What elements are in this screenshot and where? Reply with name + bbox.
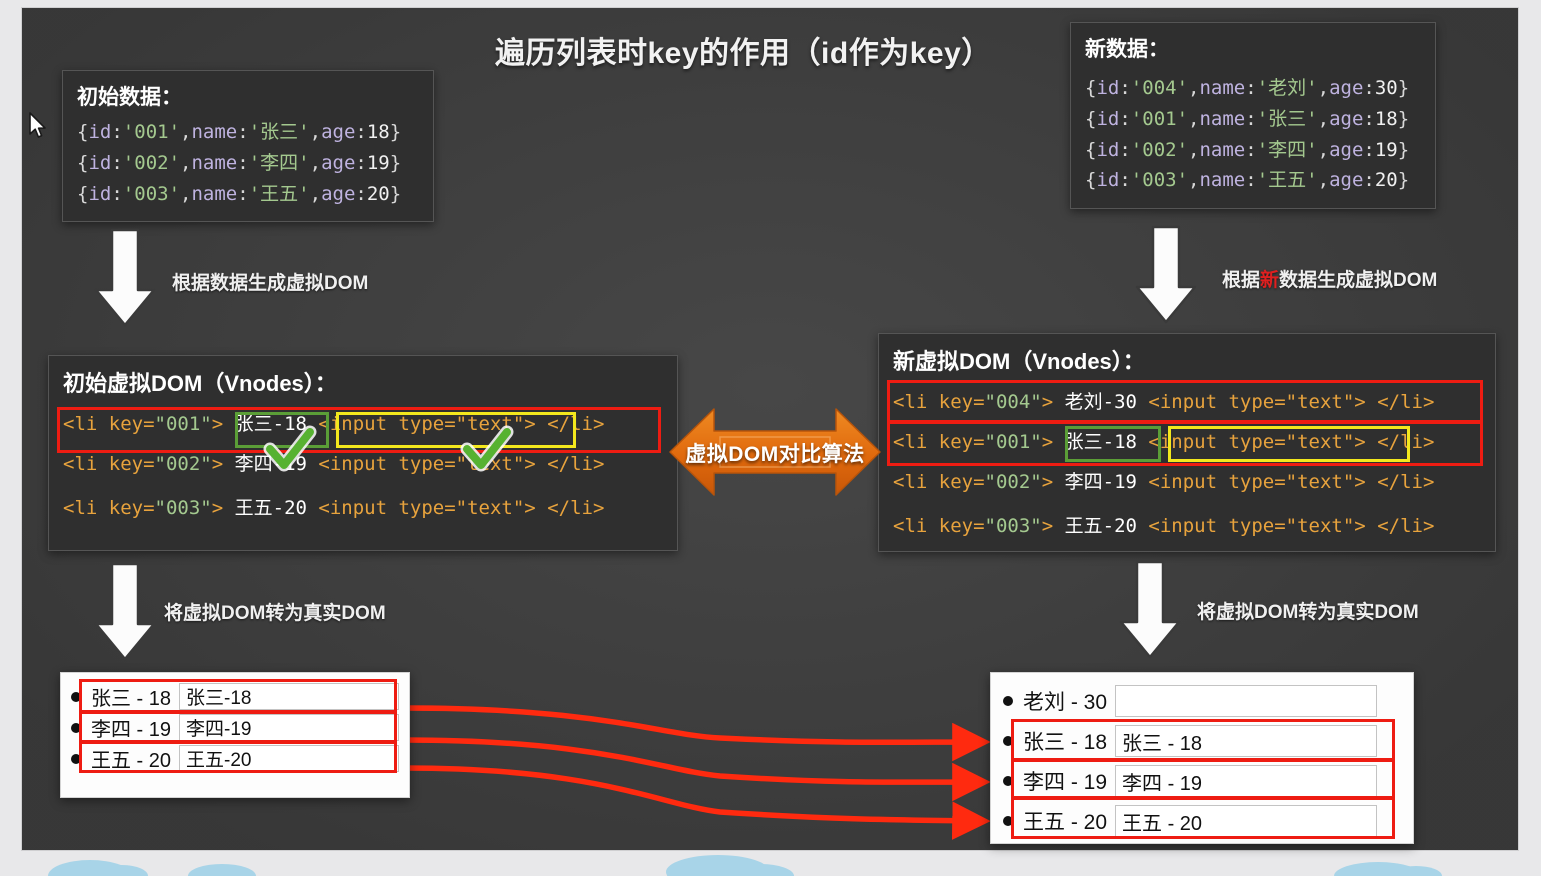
data-row: {id:'003',name:'王五',age:20} <box>1085 169 1410 192</box>
mouse-cursor <box>29 112 46 138</box>
vdom-line-code: <li key="001"> 张三-18 <input type="text">… <box>893 430 1435 453</box>
vdom-line: <li key="004"> 老刘-30 <input type="text">… <box>893 380 1481 420</box>
vdom-line-code: <li key="002"> 李四-19 <input type="text">… <box>63 452 605 475</box>
initial-data-code: {id:'001',name:'张三',age:18} {id:'002',na… <box>77 117 419 209</box>
list-item: 张三 - 18 张三-18 <box>71 681 399 712</box>
data-row: {id:'002',name:'李四',age:19} <box>77 151 402 174</box>
list-item-input[interactable]: 张三 - 18 <box>1115 725 1378 757</box>
label-gen-vdom-right: 根据新数据生成虚拟DOM <box>1222 265 1437 292</box>
new-data-code: {id:'004',name:'老刘',age:30} {id:'001',na… <box>1085 73 1421 196</box>
bullet-icon <box>1003 816 1013 826</box>
diff-algorithm-arrow: 虚拟DOM对比算法 <box>668 405 882 500</box>
list-item: 李四 - 19 李四 - 19 <box>1003 761 1401 801</box>
page-title: 遍历列表时key的作用（id作为key） <box>495 37 992 70</box>
data-row: {id:'001',name:'张三',age:18} <box>1085 107 1410 130</box>
vdom-line: <li key="001"> 张三-18 <input type="text">… <box>893 420 1481 460</box>
vdom-line: <li key="002"> 李四-19 <input type="text">… <box>893 460 1481 500</box>
vdom-line-code: <li key="001"> 张三-18 <input type="text">… <box>63 412 605 435</box>
list-item-input[interactable]: 王五-20 <box>179 745 399 772</box>
vdom-line-code: <li key="004"> 老刘-30 <input type="text">… <box>893 390 1435 413</box>
label-gen-vdom-left: 根据数据生成虚拟DOM <box>172 273 369 294</box>
down-arrow-gen-vdom-right <box>1133 225 1199 325</box>
initial-data-panel: 初始数据： {id:'001',name:'张三',age:18} {id:'0… <box>62 70 434 223</box>
down-arrow-to-real-right <box>1117 560 1183 660</box>
data-row: {id:'004',name:'老刘',age:30} <box>1085 77 1410 99</box>
initial-vdom-panel: 初始虚拟DOM（Vnodes）： <li key="001"> 张三-18 <i… <box>48 355 678 551</box>
list-item-input[interactable]: 王五 - 20 <box>1115 805 1378 837</box>
list-item-label: 张三 - 18 <box>91 688 172 710</box>
list-item-input[interactable] <box>1115 685 1378 717</box>
initial-data-title: 初始数据： <box>77 86 182 109</box>
bullet-icon <box>1003 736 1013 746</box>
list-item-input[interactable]: 李四-19 <box>179 714 399 741</box>
list-item: 张三 - 18 张三 - 18 <box>1003 721 1401 761</box>
slide-stage: 遍历列表时key的作用（id作为key） 初始数据： {id:'001',nam… <box>0 0 1541 876</box>
cloud-decoration <box>48 855 1442 876</box>
vdom-line-code: <li key="002"> 李四-19 <input type="text">… <box>893 470 1435 493</box>
label-part-pre: 根据 <box>1222 270 1261 291</box>
new-vdom-title: 新虚拟DOM（Vnodes）： <box>893 349 1145 374</box>
data-row: {id:'003',name:'王五',age:20} <box>77 182 402 205</box>
bullet-icon <box>71 753 81 764</box>
down-arrow-to-real-left <box>92 562 158 662</box>
list-item-input[interactable]: 张三-18 <box>179 683 399 710</box>
vdom-line: <li key="003"> 王五-20 <input type="text">… <box>893 500 1481 548</box>
vdom-line-code: <li key="003"> 王五-20 <input type="text">… <box>893 514 1435 537</box>
data-row: {id:'001',name:'张三',age:18} <box>77 121 402 143</box>
vdom-line: <li key="002"> 李四-19 <input type="text">… <box>63 442 663 482</box>
bullet-icon <box>71 691 81 702</box>
data-row: {id:'002',name:'李四',age:19} <box>1085 138 1410 161</box>
down-arrow-gen-vdom-left <box>92 228 158 328</box>
list-item-label: 李四 - 19 <box>1023 771 1108 794</box>
list-item-label: 张三 - 18 <box>1023 731 1108 754</box>
initial-vdom-title: 初始虚拟DOM（Vnodes）： <box>63 371 337 396</box>
vdom-line-code: <li key="003"> 王五-20 <input type="text">… <box>63 496 605 519</box>
label-part-post: 数据生成虚拟DOM <box>1279 270 1438 291</box>
real-dom-right: 老刘 - 30 张三 - 18 张三 - 18 李四 - 19 李四 - 19 … <box>990 672 1414 844</box>
list-item-label: 老刘 - 30 <box>1023 691 1108 714</box>
label-part-red: 新 <box>1260 270 1280 291</box>
list-item-input[interactable]: 李四 - 19 <box>1115 765 1378 797</box>
new-data-panel: 新数据： {id:'004',name:'老刘',age:30} {id:'00… <box>1070 22 1436 210</box>
list-item-label: 王五 - 20 <box>91 750 172 772</box>
real-dom-left: 张三 - 18 张三-18 李四 - 19 李四-19 王五 - 20 王五-2… <box>60 672 410 798</box>
list-item: 王五 - 20 王五-20 <box>71 743 399 774</box>
bullet-icon <box>71 722 81 733</box>
list-item-label: 李四 - 19 <box>91 719 172 741</box>
list-item: 老刘 - 30 <box>1003 681 1401 721</box>
list-item: 李四 - 19 李四-19 <box>71 712 399 743</box>
vdom-line: <li key="001"> 张三-18 <input type="text">… <box>63 402 663 442</box>
label-to-real-left: 将虚拟DOM转为真实DOM <box>164 603 386 624</box>
list-item: 王五 - 20 王五 - 20 <box>1003 801 1401 841</box>
label-to-real-right: 将虚拟DOM转为真实DOM <box>1197 602 1419 623</box>
diff-algorithm-label: 虚拟DOM对比算法 <box>685 442 865 466</box>
new-data-title: 新数据： <box>1085 38 1169 61</box>
new-vdom-panel: 新虚拟DOM（Vnodes）： <li key="004"> 老刘-30 <in… <box>878 333 1496 552</box>
bullet-icon <box>1003 776 1013 786</box>
bullet-icon <box>1003 696 1013 706</box>
vdom-line: <li key="003"> 王五-20 <input type="text">… <box>63 482 663 530</box>
list-item-label: 王五 - 20 <box>1023 811 1108 834</box>
